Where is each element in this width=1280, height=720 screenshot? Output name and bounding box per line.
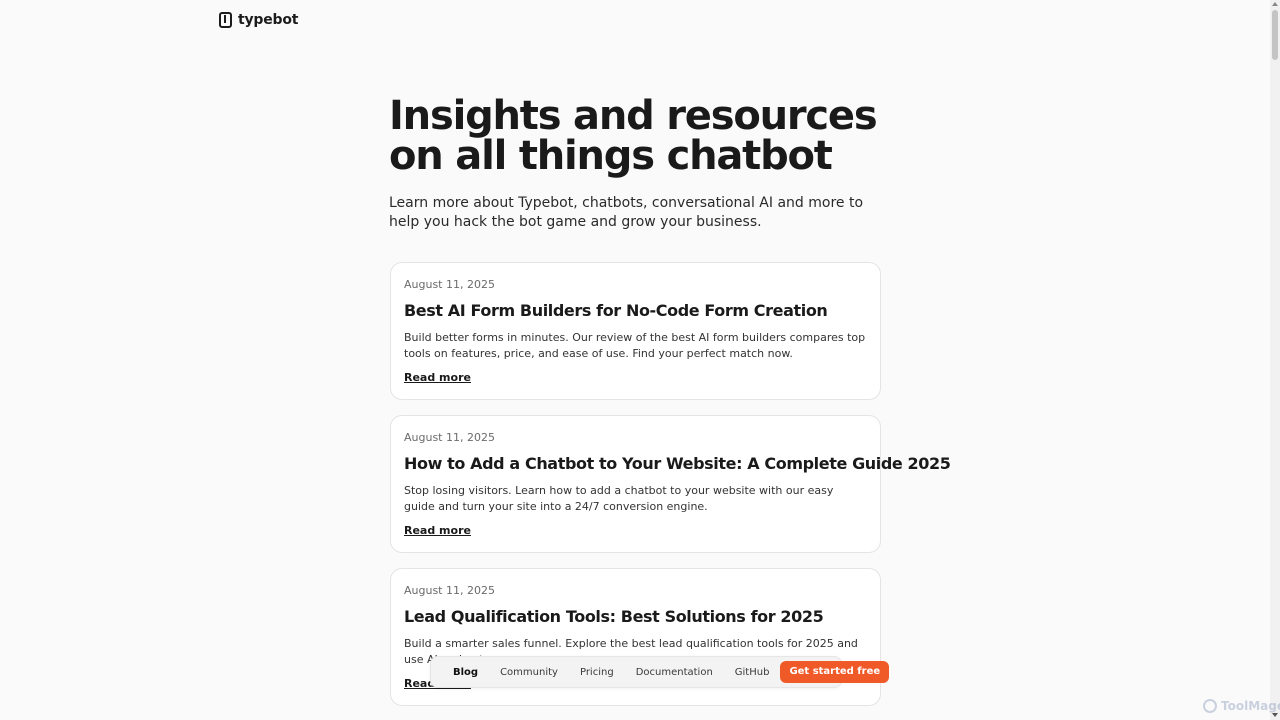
post-title[interactable]: How to Add a Chatbot to Your Website: A … <box>404 454 951 474</box>
watermark-icon <box>1203 699 1217 713</box>
nav-item-documentation[interactable]: Documentation <box>625 667 724 678</box>
blog-page: typebot Insights and resources on all th… <box>0 0 1280 720</box>
scroll-thumb[interactable] <box>1272 10 1278 60</box>
post-card[interactable]: August 11, 2025 Best AI Form Builders fo… <box>390 262 881 400</box>
hero: Insights and resources on all things cha… <box>389 96 889 232</box>
nav-item-community[interactable]: Community <box>489 667 569 678</box>
vertical-scrollbar[interactable] <box>1270 0 1280 720</box>
nav-item-pricing[interactable]: Pricing <box>569 667 625 678</box>
post-date: August 11, 2025 <box>404 431 495 444</box>
bottom-nav-bar: Blog Community Pricing Documentation Git… <box>430 656 890 688</box>
post-title[interactable]: Lead Qualification Tools: Best Solutions… <box>404 607 867 627</box>
get-started-button[interactable]: Get started free <box>780 661 890 683</box>
post-title[interactable]: Best AI Form Builders for No-Code Form C… <box>404 301 867 321</box>
page-title: Insights and resources on all things cha… <box>389 93 878 179</box>
post-date: August 11, 2025 <box>404 278 495 291</box>
post-card[interactable]: August 11, 2025 How to Add a Chatbot to … <box>390 415 951 553</box>
typebot-logo-icon <box>219 12 232 28</box>
read-more-link[interactable]: Read more <box>404 524 471 538</box>
scroll-down-icon[interactable] <box>1272 713 1278 717</box>
page-subtitle: Learn more about Typebot, chatbots, conv… <box>389 195 864 230</box>
brand-name: typebot <box>238 12 299 28</box>
nav-item-github[interactable]: GitHub <box>724 667 781 678</box>
nav-item-blog[interactable]: Blog <box>442 667 489 678</box>
post-description: Build better forms in minutes. Our revie… <box>404 331 866 360</box>
scroll-up-icon[interactable] <box>1272 2 1278 6</box>
post-description: Stop losing visitors. Learn how to add a… <box>404 484 834 513</box>
watermark: ToolMage <box>1203 699 1280 713</box>
post-date: August 11, 2025 <box>404 584 495 597</box>
watermark-text: ToolMage <box>1221 699 1280 713</box>
brand-logo[interactable]: typebot <box>219 12 298 28</box>
read-more-link[interactable]: Read more <box>404 371 471 385</box>
